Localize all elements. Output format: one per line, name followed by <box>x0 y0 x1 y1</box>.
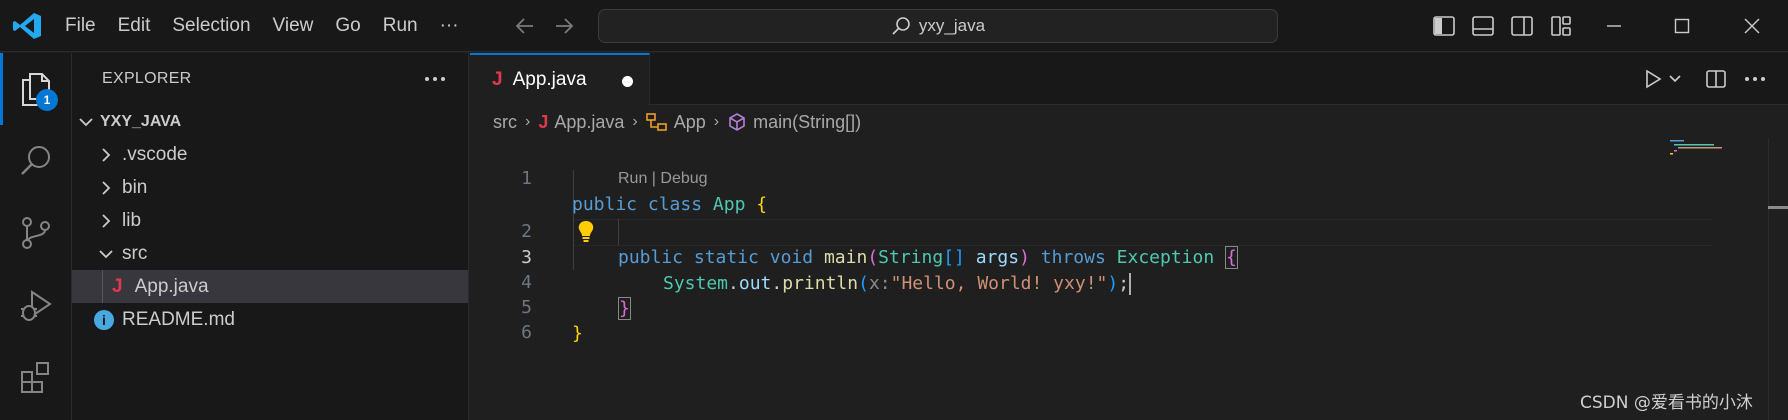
search-icon <box>892 17 910 35</box>
activity-run-debug[interactable] <box>0 269 72 341</box>
tree-item-label: lib <box>122 209 142 231</box>
chevron-down-icon <box>1669 75 1681 83</box>
maximize-button[interactable] <box>1650 0 1714 52</box>
breadcrumb-app-java[interactable]: J App.java <box>538 112 624 133</box>
code-line-2: 2 public static void main(String[] args)… <box>470 193 1670 269</box>
toggle-primary-sidebar-icon[interactable] <box>1430 12 1458 40</box>
run-button[interactable] <box>1642 65 1682 93</box>
class-icon <box>645 113 667 131</box>
play-icon <box>1646 69 1662 89</box>
back-arrow-icon[interactable] <box>512 13 538 39</box>
chevron-down-icon <box>79 117 93 126</box>
workspace-root-label: YXY_JAVA <box>100 112 182 130</box>
scrollbar-cursor-marker <box>1768 206 1788 209</box>
explorer-sidebar: EXPLORER YXY_JAVA .vscode bin lib src J … <box>72 53 469 420</box>
explorer-title: EXPLORER <box>102 70 192 87</box>
indent-guide <box>102 270 103 303</box>
toggle-secondary-sidebar-icon[interactable] <box>1508 12 1536 40</box>
tree-item-bin[interactable]: bin <box>72 171 468 204</box>
activity-extensions[interactable] <box>0 341 72 413</box>
tree-item-lib[interactable]: lib <box>72 204 468 237</box>
tab-label: App.java <box>512 69 587 90</box>
method-icon <box>729 113 745 131</box>
activity-search[interactable] <box>0 125 72 197</box>
chevron-right-icon <box>102 180 111 195</box>
code-line-3: 3 System.out.println(x:"Hello, World! yx… <box>470 219 1670 295</box>
activity-explorer[interactable]: 1 <box>0 53 72 125</box>
unsaved-dot-icon[interactable] <box>622 76 633 87</box>
more-actions-icon <box>1745 77 1765 81</box>
java-file-icon: J <box>492 69 503 90</box>
source-control-icon <box>22 217 50 249</box>
tree-item-vscode[interactable]: .vscode <box>72 138 468 171</box>
info-icon: i <box>94 309 114 330</box>
tree-item-label: src <box>122 242 148 264</box>
codelens-run-debug[interactable]: Run | Debug <box>618 170 708 188</box>
chevron-right-icon <box>102 147 111 162</box>
menu-go[interactable]: Go <box>324 0 371 52</box>
menu-file[interactable]: File <box>54 0 107 52</box>
breadcrumb-method-main[interactable]: main(String[]) <box>727 112 861 133</box>
java-file-icon: J <box>112 275 123 297</box>
vertical-scrollbar[interactable] <box>1768 138 1788 420</box>
tree-item-readme[interactable]: i README.md <box>72 303 468 336</box>
code-line-5: 5 } <box>470 269 1670 344</box>
line-number: 6 <box>521 322 532 343</box>
run-debug-icon <box>21 290 52 321</box>
tree-item-app-java[interactable]: J App.java <box>72 270 468 303</box>
java-file-icon: J <box>538 111 549 132</box>
maximize-icon <box>1674 18 1690 34</box>
active-indicator <box>0 53 3 125</box>
menu-bar: File Edit Selection View Go Run ··· <box>54 0 470 52</box>
toggle-panel-icon[interactable] <box>1469 12 1497 40</box>
breadcrumb: src › J App.java › App › main(String[]) <box>470 106 1788 138</box>
customize-layout-icon[interactable] <box>1547 12 1575 40</box>
editor-tab-bar: J App.java <box>470 53 1788 105</box>
chevron-right-icon: › <box>713 113 720 130</box>
minimap[interactable] <box>1668 138 1728 158</box>
line-number: 1 <box>521 168 532 189</box>
menu-edit[interactable]: Edit <box>107 0 162 52</box>
code-line-1: 1 public class App { <box>470 140 1670 215</box>
forward-arrow-icon[interactable] <box>551 13 577 39</box>
tree-item-src[interactable]: src <box>72 237 468 270</box>
activity-source-control[interactable] <box>0 197 72 269</box>
search-text: yxy_java <box>918 16 986 35</box>
chevron-right-icon: › <box>525 113 531 130</box>
menu-run[interactable]: Run <box>372 0 429 52</box>
breadcrumb-src[interactable]: src <box>493 112 517 133</box>
split-editor-icon <box>1706 70 1726 88</box>
tree-item-label: App.java <box>134 275 209 297</box>
minimize-icon <box>1607 25 1621 27</box>
code-editor[interactable]: 1 public class App { Run | Debug 2 publi… <box>470 138 1788 420</box>
activity-bar: 1 <box>0 53 72 420</box>
chevron-right-icon: › <box>632 113 638 130</box>
tree-item-label: bin <box>122 176 148 198</box>
command-center-search[interactable]: yxy_java <box>598 9 1278 43</box>
close-button[interactable] <box>1720 0 1784 52</box>
code-line-4: 4 } <box>470 244 1670 320</box>
editor-more-button[interactable] <box>1742 65 1768 93</box>
chevron-right-icon <box>102 213 111 228</box>
vscode-logo-icon <box>13 13 41 39</box>
search-icon <box>21 146 50 175</box>
split-editor-button[interactable] <box>1704 65 1728 93</box>
title-bar: File Edit Selection View Go Run ··· yxy_… <box>0 0 1788 52</box>
close-icon <box>1744 18 1760 34</box>
menu-more[interactable]: ··· <box>429 0 470 52</box>
minimize-button[interactable] <box>1582 0 1646 52</box>
explorer-badge: 1 <box>36 89 58 111</box>
extensions-icon <box>21 362 49 393</box>
more-actions-icon[interactable] <box>420 67 450 91</box>
code-line-6: 6 <box>470 294 1670 343</box>
breadcrumb-class-app[interactable]: App <box>645 112 706 133</box>
watermark-text: CSDN @爱看书的小沐 <box>1580 393 1753 413</box>
tree-item-label: .vscode <box>122 143 188 165</box>
tab-app-java[interactable]: J App.java <box>470 53 650 105</box>
workspace-root[interactable]: YXY_JAVA <box>72 105 468 138</box>
tree-item-label: README.md <box>122 308 235 330</box>
chevron-down-icon <box>99 249 113 258</box>
menu-view[interactable]: View <box>262 0 325 52</box>
menu-selection[interactable]: Selection <box>161 0 261 52</box>
